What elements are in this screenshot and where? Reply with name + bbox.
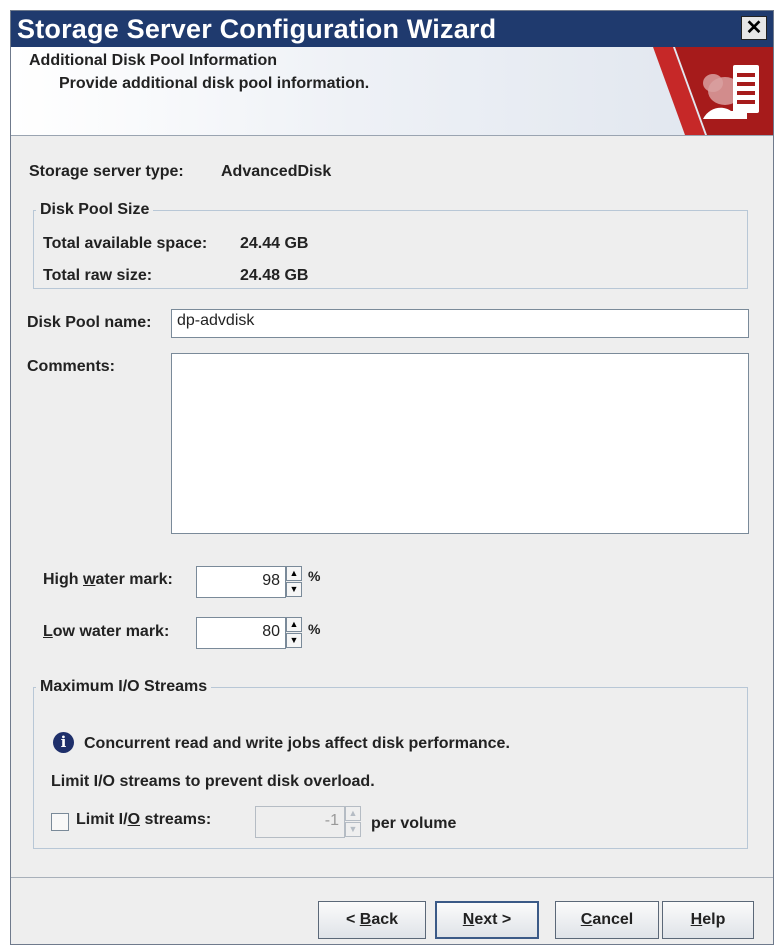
spinner-down-icon[interactable]: ▼ — [286, 633, 302, 648]
high-water-mark-label: High water mark: — [43, 571, 173, 588]
high-water-mark-input[interactable]: 98 — [196, 566, 286, 598]
disk-pool-size-legend: Disk Pool Size — [36, 201, 154, 219]
high-water-mark-spinner[interactable]: ▲ ▼ — [286, 566, 302, 597]
total-raw-size-value: 24.48 GB — [240, 267, 309, 284]
button-divider — [11, 877, 773, 878]
disk-pool-name-input[interactable]: dp-advdisk — [171, 309, 749, 338]
disk-pool-name-value: dp-advdisk — [177, 312, 255, 329]
comments-label: Comments: — [27, 358, 116, 375]
io-streams-value: -1 — [324, 812, 339, 829]
limit-io-streams-checkbox[interactable] — [51, 813, 69, 831]
banner-title: Additional Disk Pool Information — [29, 52, 277, 69]
total-available-space-value: 24.44 GB — [240, 235, 309, 252]
wizard-banner: Additional Disk Pool Information Provide… — [11, 47, 773, 136]
low-water-mark-input[interactable]: 80 — [196, 617, 286, 649]
storage-server-type-label: Storage server type: — [29, 163, 184, 180]
title-bar[interactable]: Storage Server Configuration Wizard ✕ — [11, 11, 773, 47]
spinner-down-icon[interactable]: ▼ — [345, 822, 361, 837]
wizard-window: Storage Server Configuration Wizard ✕ Ad… — [10, 10, 774, 945]
close-icon: ✕ — [745, 17, 763, 39]
back-button[interactable]: < Back — [318, 901, 426, 939]
close-button[interactable]: ✕ — [741, 16, 767, 40]
io-streams-unit: per volume — [371, 815, 457, 832]
low-water-mark-spinner[interactable]: ▲ ▼ — [286, 617, 302, 648]
limit-io-hint: Limit I/O streams to prevent disk overlo… — [51, 773, 375, 790]
low-water-mark-label: Low water mark: — [43, 623, 170, 640]
spinner-up-icon[interactable]: ▲ — [345, 806, 361, 821]
io-streams-input[interactable]: -1 — [255, 806, 345, 838]
low-water-mark-value: 80 — [262, 623, 280, 640]
max-io-streams-legend: Maximum I/O Streams — [36, 678, 212, 696]
storage-server-type-value: AdvancedDisk — [221, 163, 332, 180]
next-button[interactable]: Next > — [435, 901, 539, 939]
storage-server-logo-icon — [653, 47, 773, 135]
banner-subtitle: Provide additional disk pool information… — [59, 75, 370, 92]
limit-io-streams-label: Limit I/O streams: — [76, 811, 212, 828]
high-water-mark-unit: % — [308, 568, 321, 584]
cancel-button[interactable]: Cancel — [555, 901, 659, 939]
comments-textarea[interactable] — [171, 353, 749, 534]
high-water-mark-value: 98 — [262, 572, 280, 589]
spinner-up-icon[interactable]: ▲ — [286, 617, 302, 632]
window-title: Storage Server Configuration Wizard — [17, 14, 497, 44]
info-message: Concurrent read and write jobs affect di… — [84, 735, 510, 752]
low-water-mark-unit: % — [308, 621, 321, 637]
help-button[interactable]: Help — [662, 901, 754, 939]
io-streams-spinner[interactable]: ▲ ▼ — [345, 806, 361, 837]
spinner-up-icon[interactable]: ▲ — [286, 566, 302, 581]
total-available-space-label: Total available space: — [43, 235, 208, 252]
info-icon: i — [53, 732, 74, 753]
total-raw-size-label: Total raw size: — [43, 267, 153, 284]
spinner-down-icon[interactable]: ▼ — [286, 582, 302, 597]
disk-pool-name-label: Disk Pool name: — [27, 314, 152, 331]
